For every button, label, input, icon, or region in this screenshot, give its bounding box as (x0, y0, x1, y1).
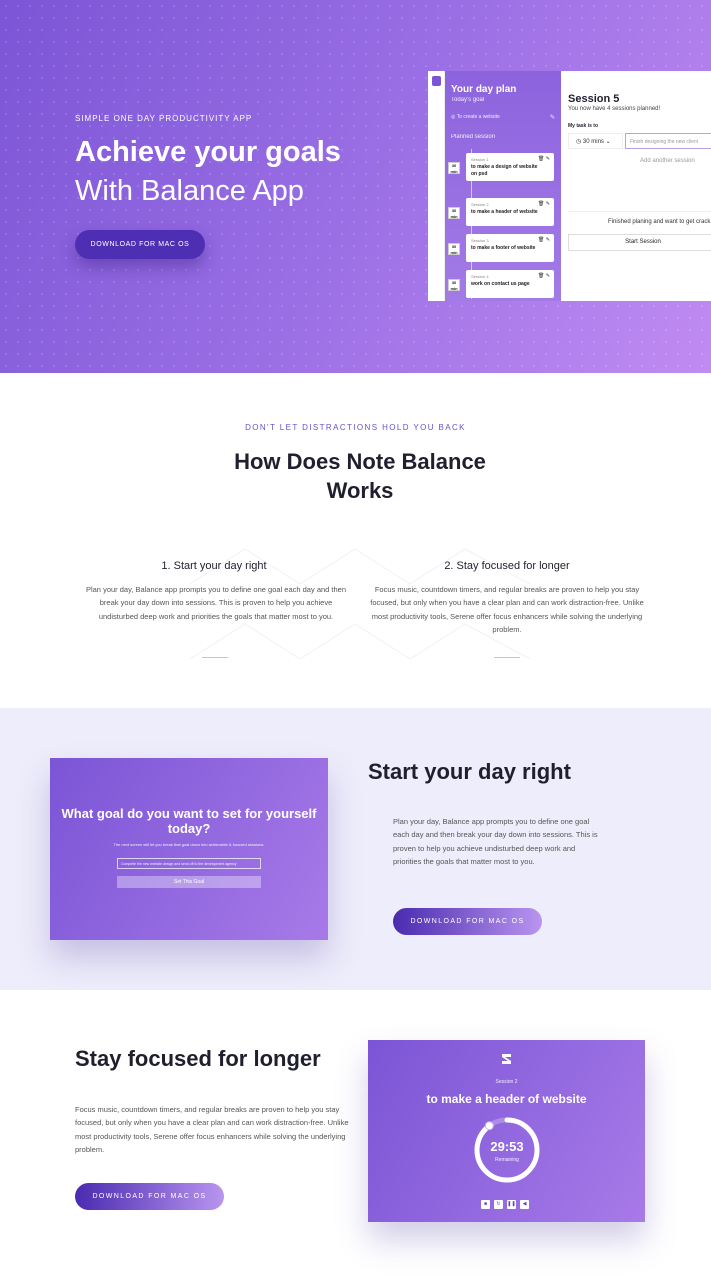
focus-body: Focus music, countdown timers, and regul… (75, 1105, 349, 1155)
goal-question: What goal do you want to set for yoursel… (61, 806, 317, 836)
set-goal-button[interactable]: Set This Goal (117, 876, 261, 888)
restart-icon[interactable]: ↻ (494, 1200, 503, 1209)
feature-divider (494, 657, 520, 658)
feature-divider (202, 657, 228, 658)
day-plan-title: Your day plan (451, 84, 517, 95)
edit-icon[interactable]: ✎ (550, 114, 555, 121)
session-number: Session 4 (471, 274, 489, 279)
edit-icon[interactable]: ✎ (546, 273, 550, 279)
start-day-title: Start your day right (368, 759, 571, 784)
feature-body-1: Plan your day, Balance app prompts you t… (85, 585, 347, 621)
radio-icon: ◎ (451, 114, 456, 120)
session-card[interactable]: 30 min Session 2 to make a header of webs… (448, 198, 554, 226)
feature-title-2: 2. Stay focused for longer (444, 560, 570, 572)
sessions-planned-text: You now have 4 sessions planned! (568, 106, 661, 112)
how-title: How Does Note Balance Works (0, 447, 711, 505)
session-duration-box: 30 min (448, 162, 460, 174)
session-number: Session 3 (471, 238, 489, 243)
chevron-down-icon: ⌄ (605, 139, 611, 145)
session-task: to make a design of website on psd (471, 164, 538, 177)
how-title-line1: How Does Note Balance (234, 449, 486, 474)
session-actions: 🗑 ✎ (538, 237, 550, 243)
session-actions: 🗑 ✎ (538, 201, 550, 207)
start-session-button[interactable]: Start Session (568, 234, 711, 251)
day-plan-panel: Your day plan Today's goal ◎ To create a… (445, 71, 561, 301)
session-actions: 🗑 ✎ (538, 156, 550, 162)
my-task-label: My task is to (568, 123, 599, 129)
hero-eyebrow: SIMPLE ONE DAY PRODUCTIVITY APP (75, 114, 253, 123)
start-day-body: Plan your day, Balance app prompts you t… (393, 817, 598, 867)
focus-title: Stay focused for longer (75, 1046, 321, 1071)
todays-goal-label: Today's goal (451, 97, 485, 103)
timer-knob (484, 1121, 494, 1131)
app-logo-icon (502, 1054, 511, 1064)
trash-icon[interactable]: 🗑 (538, 273, 544, 279)
timer-screenshot: Session 2 to make a header of website 29… (368, 1040, 645, 1222)
edit-icon[interactable]: ✎ (546, 237, 550, 243)
session-card[interactable]: 30 min Session 4 work on contact us page … (448, 270, 554, 298)
goal-subtext: The next screen will let you break that … (113, 842, 265, 847)
divider (568, 211, 711, 212)
session-number: Session 1 (471, 157, 489, 162)
app-rail (428, 71, 445, 301)
hero-download-button[interactable]: DOWNLOAD FOR MAC OS (75, 230, 205, 259)
session-number: Session 2 (471, 202, 489, 207)
trash-icon[interactable]: 🗑 (538, 237, 544, 243)
trash-icon[interactable]: 🗑 (538, 156, 544, 162)
goal-input[interactable]: Complete the new website design and send… (117, 858, 261, 869)
pause-icon[interactable]: ❚❚ (507, 1200, 516, 1209)
how-eyebrow: DON'T LET DISTRACTIONS HOLD YOU BACK (245, 423, 466, 432)
how-title-line2: Works (326, 478, 394, 503)
planned-session-label: Planned session (451, 134, 496, 140)
session-task: to make a footer of website (471, 245, 536, 251)
finished-text: Finished planing and want to get crack (608, 219, 711, 225)
session-task: work on contact us page (471, 281, 530, 287)
hero-title-line2: With Balance App (75, 175, 304, 207)
timer-session-label: Session 2 (495, 1079, 518, 1085)
feature-body-2: Focus music, countdown timers, and regul… (370, 585, 644, 635)
trash-icon[interactable]: 🗑 (538, 201, 544, 207)
session-actions: 🗑 ✎ (538, 273, 550, 279)
goal-field-text: To create a website (456, 114, 500, 120)
edit-icon[interactable]: ✎ (546, 156, 550, 162)
hero-title-line1: Achieve your goals (75, 136, 341, 168)
hero-section: SIMPLE ONE DAY PRODUCTIVITY APP Achieve … (0, 0, 711, 373)
add-session-link[interactable]: Add another session (640, 158, 695, 164)
edit-icon[interactable]: ✎ (546, 201, 550, 207)
timer-value: 29:53 (490, 1139, 524, 1154)
goal-setup-screenshot: What goal do you want to set for yoursel… (50, 758, 328, 940)
timer-remaining-label: Remaining (495, 1157, 519, 1163)
duration-select[interactable]: ◷ 30 mins ⌄ (568, 133, 623, 149)
feature-title-1: 1. Start your day right (161, 560, 267, 572)
session-duration-box: 30 min (448, 243, 460, 255)
goal-field[interactable]: ◎ To create a website ✎ (451, 114, 555, 121)
focus-download-button[interactable]: DOWNLOAD FOR MAC OS (75, 1183, 224, 1210)
timer-task: to make a header of website (426, 1092, 587, 1106)
clock-icon: ◷ (576, 139, 582, 145)
session-task: to make a header of website (471, 209, 538, 215)
session-card[interactable]: 30 min Session 1 to make a design of webs… (448, 153, 554, 181)
session-card[interactable]: 30 min Session 3 to make a footer of webs… (448, 234, 554, 262)
session-form-panel: Session 5 You now have 4 sessions planne… (561, 71, 711, 301)
session-duration-box: 30 min (448, 279, 460, 291)
stop-icon[interactable]: ■ (481, 1200, 490, 1209)
start-day-download-button[interactable]: DOWNLOAD FOR MAC OS (393, 908, 542, 935)
app-logo-icon (432, 76, 441, 86)
hero-title: Achieve your goals With Balance App (75, 133, 341, 211)
volume-icon[interactable]: ◀ (520, 1200, 529, 1209)
session-duration-box: 30 min (448, 207, 460, 219)
app-screenshot: Your day plan Today's goal ◎ To create a… (428, 71, 711, 301)
task-input[interactable]: Finish designing the new client (625, 133, 711, 149)
session-title: Session 5 (568, 93, 620, 105)
